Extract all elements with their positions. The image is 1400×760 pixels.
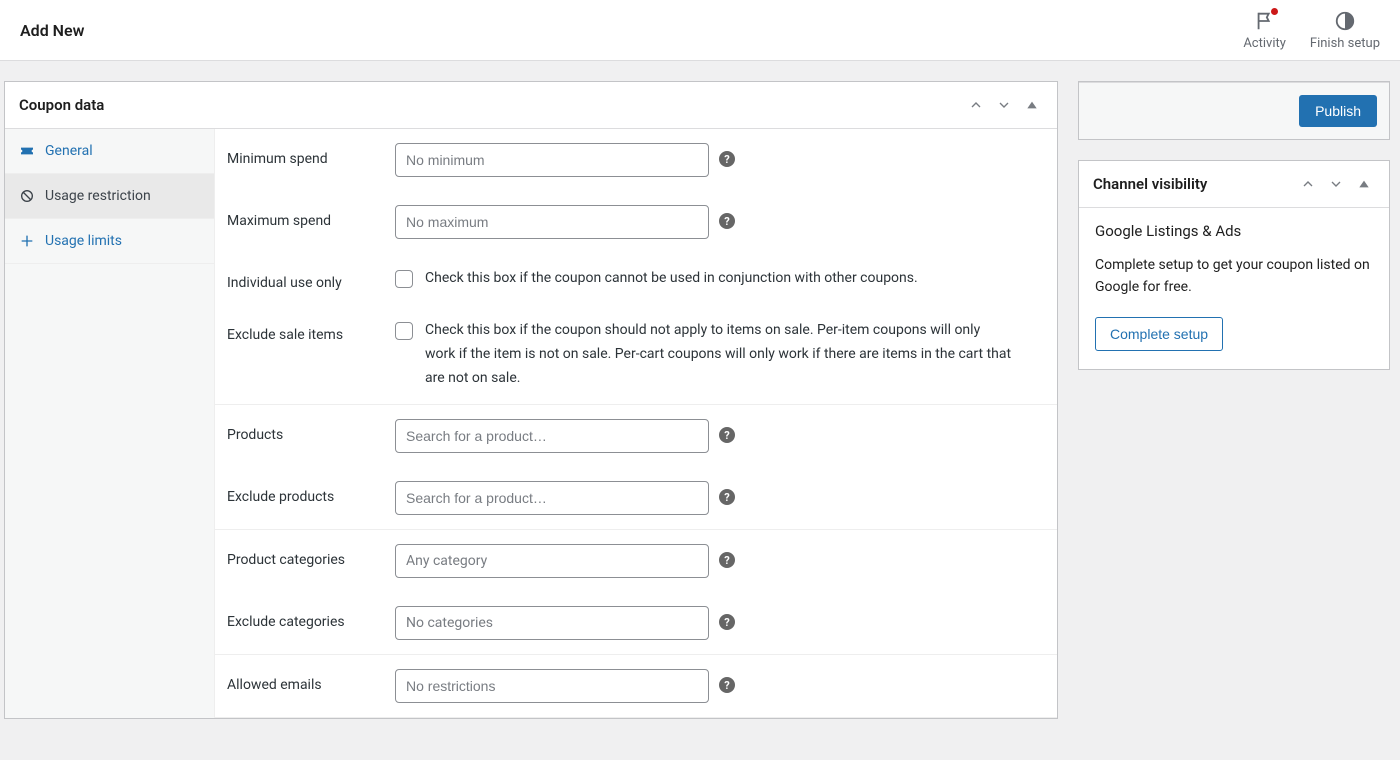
channel-visibility-panel: Channel visibility Google Listings & Ads… — [1078, 160, 1390, 370]
circle-half-icon — [1334, 10, 1356, 32]
move-up-button[interactable] — [965, 94, 987, 116]
tab-usage-restriction[interactable]: Usage restriction — [5, 174, 214, 219]
complete-setup-button[interactable]: Complete setup — [1095, 317, 1223, 351]
coupon-data-panel: Coupon data General Usage restriction — [4, 81, 1058, 719]
allowed-emails-label: Allowed emails — [227, 669, 385, 693]
min-spend-label: Minimum spend — [227, 143, 385, 167]
max-spend-label: Maximum spend — [227, 205, 385, 229]
exclude-sale-checkbox[interactable] — [395, 322, 413, 340]
min-spend-input[interactable] — [395, 143, 709, 177]
products-input[interactable] — [395, 419, 709, 453]
tab-usage-limits[interactable]: Usage limits — [5, 219, 214, 264]
exclude-sale-label: Exclude sale items — [227, 319, 385, 343]
max-spend-input[interactable] — [395, 205, 709, 239]
page-title: Add New — [20, 21, 84, 40]
help-icon[interactable]: ? — [719, 489, 735, 505]
help-icon[interactable]: ? — [719, 213, 735, 229]
exclude-categories-select[interactable]: No categories — [395, 606, 709, 640]
coupon-data-title: Coupon data — [19, 96, 104, 114]
limits-icon — [19, 233, 35, 249]
individual-use-text: Check this box if the coupon cannot be u… — [425, 267, 948, 291]
publish-button[interactable]: Publish — [1299, 95, 1377, 127]
individual-use-label: Individual use only — [227, 267, 385, 291]
toggle-panel-button[interactable] — [1353, 173, 1375, 195]
ban-icon — [19, 188, 35, 204]
finish-setup-label: Finish setup — [1310, 36, 1380, 51]
products-label: Products — [227, 419, 385, 443]
flag-icon — [1254, 10, 1276, 32]
coupon-content: Minimum spend ? Maximum spend ? Individu… — [215, 129, 1057, 718]
individual-use-checkbox[interactable] — [395, 270, 413, 288]
tab-general-label: General — [45, 143, 93, 159]
help-icon[interactable]: ? — [719, 151, 735, 167]
move-down-button[interactable] — [993, 94, 1015, 116]
channel-description: Complete setup to get your coupon listed… — [1095, 254, 1373, 299]
ticket-icon — [19, 143, 35, 159]
exclude-products-label: Exclude products — [227, 481, 385, 505]
top-bar: Add New Activity Finish setup — [0, 0, 1400, 61]
tab-general[interactable]: General — [5, 129, 214, 174]
channel-heading: Google Listings & Ads — [1095, 222, 1373, 240]
finish-setup-button[interactable]: Finish setup — [1310, 10, 1380, 51]
activity-button[interactable]: Activity — [1243, 10, 1286, 51]
exclude-sale-text: Check this box if the coupon should not … — [425, 319, 1043, 390]
help-icon[interactable]: ? — [719, 552, 735, 568]
move-up-button[interactable] — [1297, 173, 1319, 195]
channel-visibility-title: Channel visibility — [1093, 175, 1207, 193]
help-icon[interactable]: ? — [719, 677, 735, 693]
toggle-panel-button[interactable] — [1021, 94, 1043, 116]
help-icon[interactable]: ? — [719, 427, 735, 443]
publish-panel: Publish — [1078, 81, 1390, 140]
help-icon[interactable]: ? — [719, 614, 735, 630]
tab-usage-limits-label: Usage limits — [45, 233, 122, 249]
allowed-emails-input[interactable] — [395, 669, 709, 703]
coupon-tabs: General Usage restriction Usage limits — [5, 129, 215, 718]
move-down-button[interactable] — [1325, 173, 1347, 195]
activity-label: Activity — [1243, 36, 1286, 51]
notification-dot-icon — [1271, 8, 1278, 15]
exclude-categories-label: Exclude categories — [227, 606, 385, 630]
product-categories-select[interactable]: Any category — [395, 544, 709, 578]
product-categories-label: Product categories — [227, 544, 385, 568]
exclude-products-input[interactable] — [395, 481, 709, 515]
coupon-data-header: Coupon data — [5, 82, 1057, 129]
tab-usage-restriction-label: Usage restriction — [45, 188, 151, 204]
